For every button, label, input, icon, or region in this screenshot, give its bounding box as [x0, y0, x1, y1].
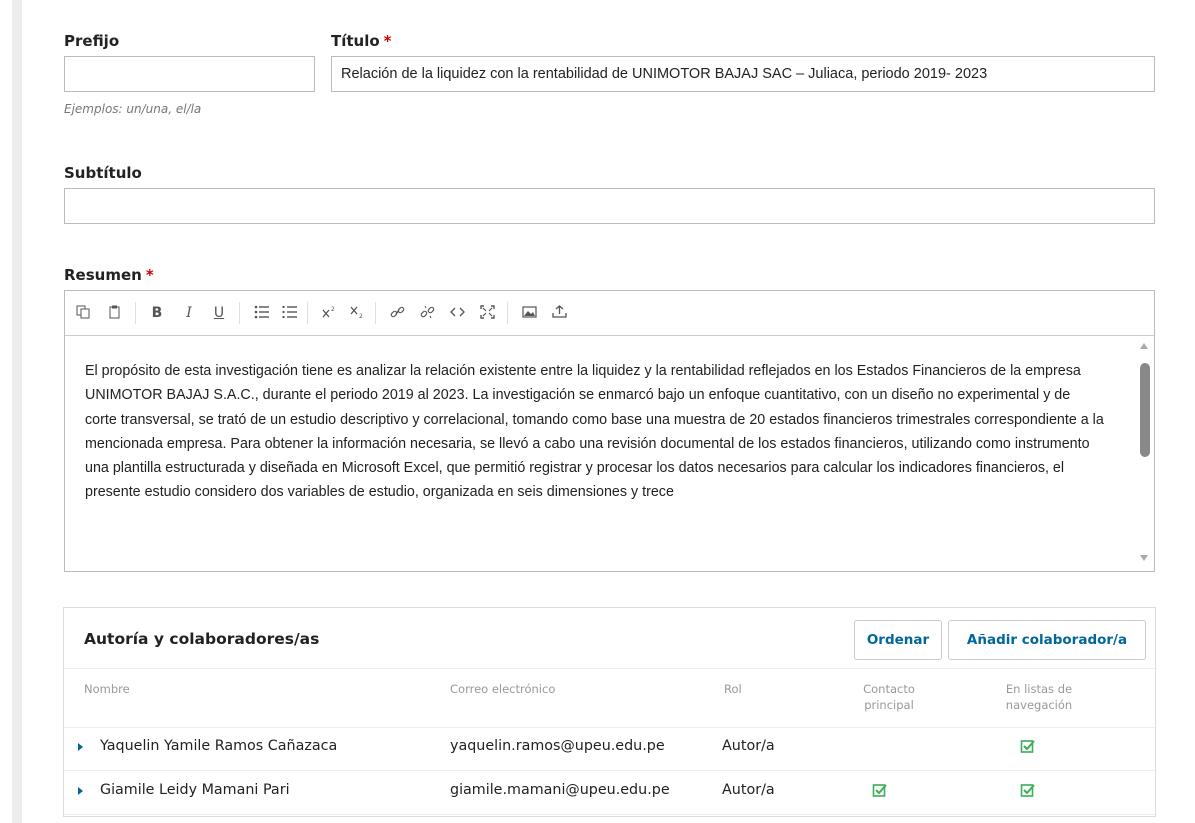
subtitle-label: Subtítulo	[64, 164, 142, 182]
scrollbar-thumb[interactable]	[1140, 363, 1150, 457]
upload-icon[interactable]	[547, 301, 571, 325]
contributor-name: Yaquelin Yamile Ramos Cañazaca	[100, 738, 338, 754]
in-browse-check-icon[interactable]	[1020, 738, 1036, 754]
contributor-email: yaquelin.ramos@upeu.edu.pe	[450, 738, 665, 754]
copy-icon[interactable]	[71, 301, 95, 325]
prefix-label: Prefijo	[64, 32, 120, 50]
image-icon[interactable]	[517, 301, 541, 325]
abstract-label: Resumen *	[64, 266, 154, 284]
contributor-email: giamile.mamani@upeu.edu.pe	[450, 782, 670, 798]
in-browse-check-icon[interactable]	[1020, 782, 1036, 798]
italic-icon[interactable]: I	[177, 301, 201, 325]
code-icon[interactable]	[445, 301, 469, 325]
subscript-icon[interactable]: 2	[345, 301, 369, 325]
column-role: Rol	[724, 682, 742, 696]
prefix-input[interactable]	[64, 56, 315, 92]
primary-contact-check-icon[interactable]	[872, 782, 888, 798]
column-in-browse-line2: navegación	[1005, 698, 1073, 712]
bold-icon[interactable]: B	[145, 301, 169, 325]
toolbar-separator	[307, 302, 308, 324]
order-button[interactable]: Ordenar	[854, 620, 942, 660]
contributors-panel: Autoría y colaboradores/as Ordenar Añadi…	[63, 607, 1156, 817]
link-icon[interactable]	[385, 301, 409, 325]
toolbar-separator	[239, 302, 240, 324]
toolbar-separator	[507, 302, 508, 324]
editor-toolbar: B I U 2 2	[65, 291, 1154, 336]
column-primary-contact: Contacto principal	[854, 681, 924, 713]
add-contributor-button[interactable]: Añadir colaborador/a	[948, 620, 1146, 660]
svg-text:2: 2	[359, 313, 363, 319]
column-in-browse: En listas de navegación	[994, 681, 1084, 713]
required-mark: *	[145, 266, 154, 284]
abstract-editor[interactable]: B I U 2 2 El propósito de esta investiga…	[64, 290, 1155, 572]
contributors-title: Autoría y colaboradores/as	[84, 630, 320, 648]
bullet-list-icon[interactable]	[249, 301, 273, 325]
table-row[interactable]: Giamile Leidy Mamani Pari giamile.mamani…	[64, 770, 1155, 815]
underline-icon[interactable]: U	[207, 301, 231, 325]
paste-icon[interactable]	[103, 301, 127, 325]
table-row[interactable]: Yaquelin Yamile Ramos Cañazaca yaquelin.…	[64, 726, 1155, 771]
abstract-text[interactable]: El propósito de esta investigación tiene…	[85, 345, 1105, 571]
column-email: Correo electrónico	[450, 682, 556, 696]
column-name: Nombre	[84, 682, 130, 696]
contributor-name: Giamile Leidy Mamani Pari	[100, 782, 290, 798]
prefix-hint: Ejemplos: un/una, el/la	[64, 102, 202, 116]
column-primary-contact-line2: principal	[864, 698, 914, 712]
subtitle-input[interactable]	[64, 188, 1155, 224]
contributor-role: Autor/a	[722, 738, 775, 754]
column-primary-contact-line1: Contacto	[863, 682, 915, 696]
contributor-role: Autor/a	[722, 782, 775, 798]
table-header: Nombre Correo electrónico Rol Contacto p…	[64, 668, 1155, 728]
scroll-up-arrow[interactable]	[1140, 343, 1148, 349]
toolbar-separator	[135, 302, 136, 324]
expand-row-icon[interactable]	[78, 787, 83, 795]
superscript-icon[interactable]: 2	[317, 301, 341, 325]
title-label: Título *	[331, 32, 392, 50]
svg-text:2: 2	[331, 306, 335, 313]
fullscreen-icon[interactable]	[475, 301, 499, 325]
expand-row-icon[interactable]	[78, 743, 83, 751]
toolbar-separator	[375, 302, 376, 324]
unlink-icon[interactable]	[415, 301, 439, 325]
left-gutter	[12, 0, 22, 823]
title-input[interactable]: Relación de la liquidez con la rentabili…	[331, 56, 1155, 92]
column-in-browse-line1: En listas de	[1005, 682, 1073, 696]
numbered-list-icon[interactable]	[277, 301, 301, 325]
scroll-down-arrow[interactable]	[1140, 555, 1148, 561]
required-mark: *	[383, 32, 392, 50]
